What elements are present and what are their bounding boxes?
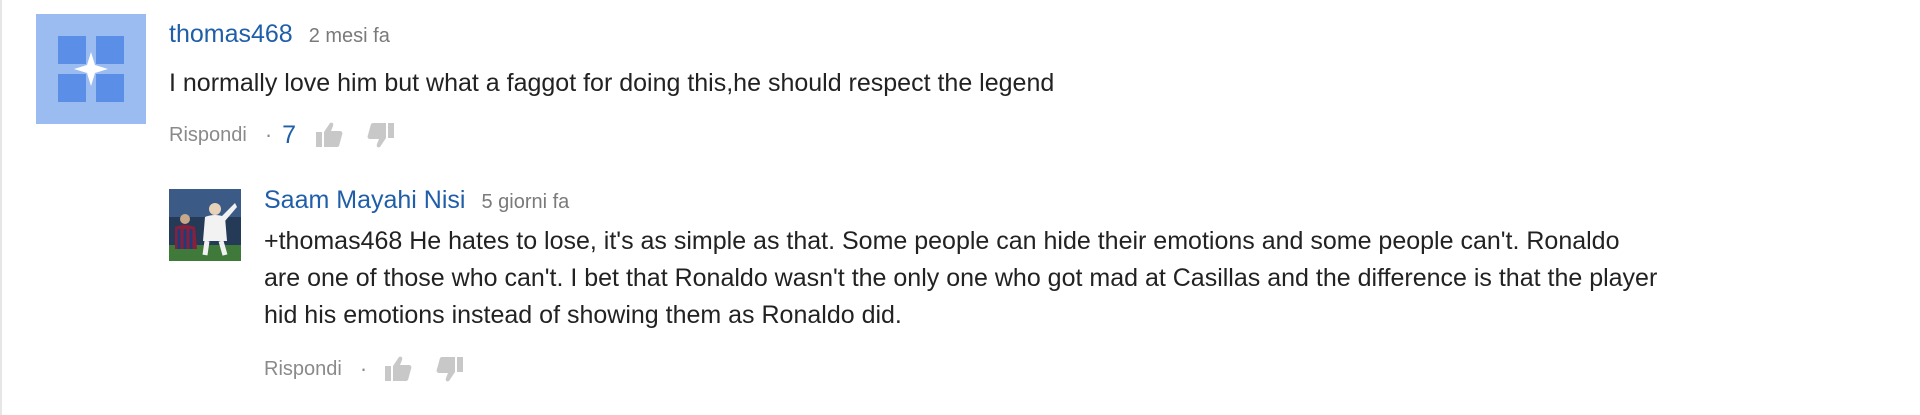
separator-dot: · [264, 122, 273, 147]
comment-text: I normally love him but what a faggot fo… [169, 69, 1055, 97]
thumbs-down-icon[interactable] [366, 120, 396, 150]
thumbs-down-icon[interactable] [435, 354, 465, 384]
reply-actions: Rispondi · [264, 354, 1904, 384]
comment-actions: Rispondi · 7 [169, 120, 1869, 150]
comment-timestamp[interactable]: 2 mesi fa [309, 25, 390, 48]
avatar[interactable] [36, 14, 146, 124]
reply-header: Saam Mayahi Nisi 5 giorni fa [264, 186, 1904, 215]
reply-text-line: hid his emotions instead of showing them… [264, 301, 902, 329]
reply-text-line: +thomas468 He hates to lose, it's as sim… [264, 227, 1620, 255]
author-name[interactable]: thomas468 [169, 20, 293, 49]
reply-body: Saam Mayahi Nisi 5 giorni fa +thomas468 … [264, 186, 1904, 384]
thumbs-up-icon[interactable] [314, 120, 344, 150]
author-name[interactable]: Saam Mayahi Nisi [264, 186, 465, 215]
comment-header: thomas468 2 mesi fa [169, 20, 1869, 49]
comments-section: thomas468 2 mesi fa I normally love him … [0, 0, 1920, 415]
like-count: 7 [282, 120, 297, 149]
reply-button[interactable]: Rispondi [169, 124, 247, 147]
separator-dot: · [359, 356, 368, 381]
reply-text: +thomas468 He hates to lose, it's as sim… [264, 223, 1904, 334]
reply-button[interactable]: Rispondi [264, 358, 342, 381]
reply-text-line: are one of those who can't. I bet that R… [264, 264, 1658, 292]
reply-timestamp[interactable]: 5 giorni fa [481, 191, 569, 214]
default-avatar-icon [36, 14, 146, 124]
football-photo-avatar [169, 189, 241, 261]
thumbs-up-icon[interactable] [383, 354, 413, 384]
comment-body: thomas468 2 mesi fa I normally love him … [169, 20, 1869, 150]
avatar[interactable] [169, 189, 241, 261]
